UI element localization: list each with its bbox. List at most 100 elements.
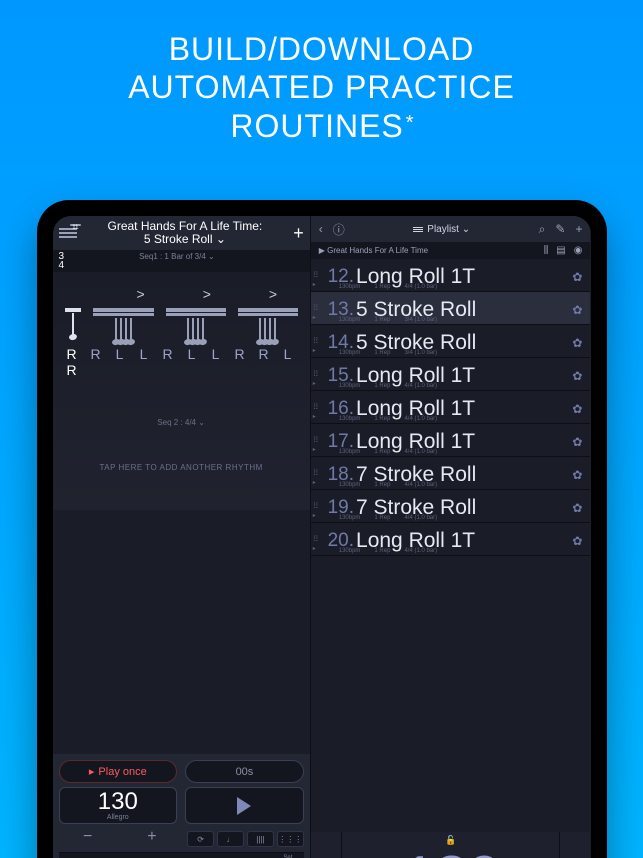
editor-header: 11 Great Hands For A Life Time: 5 Stroke… [53, 216, 310, 250]
playlist-toolbar: ‹ ⓘ Playlist ⌄ ⌕ ✎ + [311, 216, 591, 242]
seq1-label[interactable]: Seq1 : 1 Bar of 3/4 ⌄ [139, 252, 215, 270]
info-button[interactable]: ⓘ [333, 221, 345, 238]
playlist-row[interactable]: ⠿▸15. Long Roll 1T✿130bpm1 Rep4/4 (1.0 b… [311, 358, 591, 391]
accents-row: > > > [61, 286, 302, 302]
add-button[interactable]: + [575, 222, 582, 236]
tempo-display[interactable]: 130 Allegro [59, 787, 178, 824]
expand-icon[interactable]: ▸ [313, 446, 316, 453]
expand-icon[interactable]: ▸ [313, 479, 316, 486]
loop-toggle[interactable]: ⟳ [187, 831, 214, 847]
playlist-list[interactable]: ⠿▸12. Long Roll 1T✿130bpm1 Rep4/4 (1.0 b… [311, 259, 591, 832]
drag-handle[interactable]: ⠿ [313, 469, 317, 478]
search-button[interactable]: ⌕ [539, 222, 546, 237]
expand-icon[interactable]: ▸ [313, 512, 316, 519]
mixer-header: Master ⚡Off Metronome: Set Sounds [59, 852, 304, 858]
gear-icon[interactable]: ✿ [572, 369, 582, 383]
promo-heading: BUILD/DOWNLOAD AUTOMATED PRACTICE ROUTIN… [0, 0, 643, 157]
row-meta: 130bpm1 Rep4/4 (1.0 bar) [339, 416, 437, 422]
note-group [166, 308, 226, 340]
drag-handle[interactable]: ⠿ [313, 403, 317, 412]
playlist-row[interactable]: ⠿▸17. Long Roll 1T✿130bpm1 Rep4/4 (1.0 b… [311, 424, 591, 457]
view-icon[interactable]: ◉ [574, 245, 583, 256]
playlist-icon [413, 227, 423, 232]
big-tempo-plus[interactable]: + [560, 832, 590, 858]
drag-handle[interactable]: ⠿ [313, 535, 317, 544]
duration-display[interactable]: 00s [185, 760, 304, 783]
edit-button[interactable]: ✎ [555, 222, 565, 236]
drag-handle[interactable]: ⠿ [313, 304, 317, 313]
note-group [238, 308, 298, 340]
seq1-info-bar: 3 4 Seq1 : 1 Bar of 3/4 ⌄ [53, 250, 310, 272]
row-meta: 130bpm1 Rep4/4 (1.0 bar) [339, 548, 437, 554]
playlist-row[interactable]: ⠿▸20. Long Roll 1T✿130bpm1 Rep4/4 (1.0 b… [311, 523, 591, 556]
gear-icon[interactable]: ✿ [572, 336, 582, 350]
breadcrumb-play-icon[interactable]: ▶ Great Hands For A Life Time [319, 246, 428, 255]
drag-handle[interactable]: ⠿ [313, 502, 317, 511]
gear-icon[interactable]: ✿ [572, 501, 582, 515]
gear-icon[interactable]: ✿ [572, 468, 582, 482]
notes-icon[interactable]: ▤ [556, 245, 565, 256]
add-rhythm-button[interactable]: TAP HERE TO ADD ANOTHER RHYTHM [61, 433, 302, 502]
play-mode-button[interactable]: ▸ Play once [59, 760, 178, 783]
add-sequence-button[interactable]: + [293, 223, 304, 244]
row-meta: 130bpm1 Rep4/4 (1.0 bar) [339, 449, 437, 455]
note-group [65, 308, 82, 340]
title-dropdown[interactable]: Great Hands For A Life Time: 5 Stroke Ro… [83, 220, 288, 246]
editor-spacer [53, 510, 310, 754]
big-tempo-control: - 🔓 130 + [311, 832, 591, 858]
playlist-row[interactable]: ⠿▸12. Long Roll 1T✿130bpm1 Rep4/4 (1.0 b… [311, 259, 591, 292]
playlist-row[interactable]: ⠿▸14. 5 Stroke Roll✿130bpm1 Rep3/4 (1.0 … [311, 325, 591, 358]
row-meta: 130bpm1 Rep3/4 (1.0 bar) [339, 350, 437, 356]
playlist-dropdown[interactable]: Playlist ⌄ [355, 224, 529, 235]
drag-handle[interactable]: ⠿ [313, 337, 317, 346]
row-meta: 130bpm1 Rep4/4 (1.0 bar) [339, 515, 437, 521]
back-button[interactable]: ‹ [319, 222, 323, 236]
app-screen: 11 Great Hands For A Life Time: 5 Stroke… [53, 216, 591, 858]
notation-area[interactable]: > > > [53, 272, 310, 510]
expand-icon[interactable]: ▸ [313, 380, 316, 387]
playlist-row[interactable]: ⠿▸16. Long Roll 1T✿130bpm1 Rep4/4 (1.0 b… [311, 391, 591, 424]
beam-groups [61, 308, 302, 340]
expand-icon[interactable]: ▸ [313, 413, 316, 420]
editor-pane: 11 Great Hands For A Life Time: 5 Stroke… [53, 216, 311, 858]
expand-icon[interactable]: ▸ [313, 281, 316, 288]
subdivision-toggle[interactable]: |||| [247, 831, 274, 847]
lock-icon[interactable]: 🔓 [445, 835, 456, 846]
drag-handle[interactable]: ⠿ [313, 370, 317, 379]
playlist-row[interactable]: ⠿▸19. 7 Stroke Roll✿130bpm1 Rep4/4 (1.0 … [311, 490, 591, 523]
playlist-row[interactable]: ⠿▸13. 5 Stroke Roll✿130bpm1 Rep3/4 (1.0 … [311, 292, 591, 325]
mixer-toggle[interactable]: ⋮⋮⋮ [277, 831, 304, 847]
gear-icon[interactable]: ✿ [572, 402, 582, 416]
big-tempo-minus[interactable]: - [311, 832, 341, 858]
seq2-label[interactable]: Seq 2 : 4/4 ⌄ [61, 418, 302, 427]
expand-icon[interactable]: ▸ [313, 314, 316, 321]
row-meta: 130bpm1 Rep4/4 (1.0 bar) [339, 383, 437, 389]
row-meta: 130bpm1 Rep3/4 (1.0 bar) [339, 317, 437, 323]
gear-icon[interactable]: ✿ [572, 534, 582, 548]
note-toggle[interactable]: ♩ [217, 831, 244, 847]
transport-controls: ▸ Play once 00s 130 Allegro − + ⟳ ♩ [53, 754, 310, 858]
menu-badge: 11 [70, 224, 80, 226]
play-button[interactable] [185, 787, 304, 824]
stats-icon[interactable]: ⫼ [544, 245, 549, 256]
asterisk: * [406, 112, 415, 134]
big-tempo-value-box[interactable]: 🔓 130 [341, 832, 561, 858]
tablet-frame: 11 Great Hands For A Life Time: 5 Stroke… [37, 200, 607, 858]
menu-button[interactable]: 11 [59, 228, 77, 238]
gear-icon[interactable]: ✿ [572, 303, 582, 317]
note-group [93, 308, 153, 340]
row-meta: 130bpm1 Rep4/4 (1.0 bar) [339, 284, 437, 290]
playlist-row[interactable]: ⠿▸18. 7 Stroke Roll✿130bpm1 Rep4/4 (1.0 … [311, 457, 591, 490]
expand-icon[interactable]: ▸ [313, 347, 316, 354]
promo-line-2: AUTOMATED PRACTICE [30, 68, 613, 106]
drag-handle[interactable]: ⠿ [313, 271, 317, 280]
time-signature: 3 4 [59, 252, 65, 270]
breadcrumb: ▶ Great Hands For A Life Time ⫼ ▤ ◉ [311, 242, 591, 259]
tempo-minus-button[interactable]: − [59, 828, 117, 850]
gear-icon[interactable]: ✿ [572, 435, 582, 449]
gear-icon[interactable]: ✿ [572, 270, 582, 284]
drag-handle[interactable]: ⠿ [313, 436, 317, 445]
tempo-plus-button[interactable]: + [123, 828, 181, 850]
playlist-pane: ‹ ⓘ Playlist ⌄ ⌕ ✎ + ▶ Great Hands For A… [311, 216, 591, 858]
expand-icon[interactable]: ▸ [313, 545, 316, 552]
